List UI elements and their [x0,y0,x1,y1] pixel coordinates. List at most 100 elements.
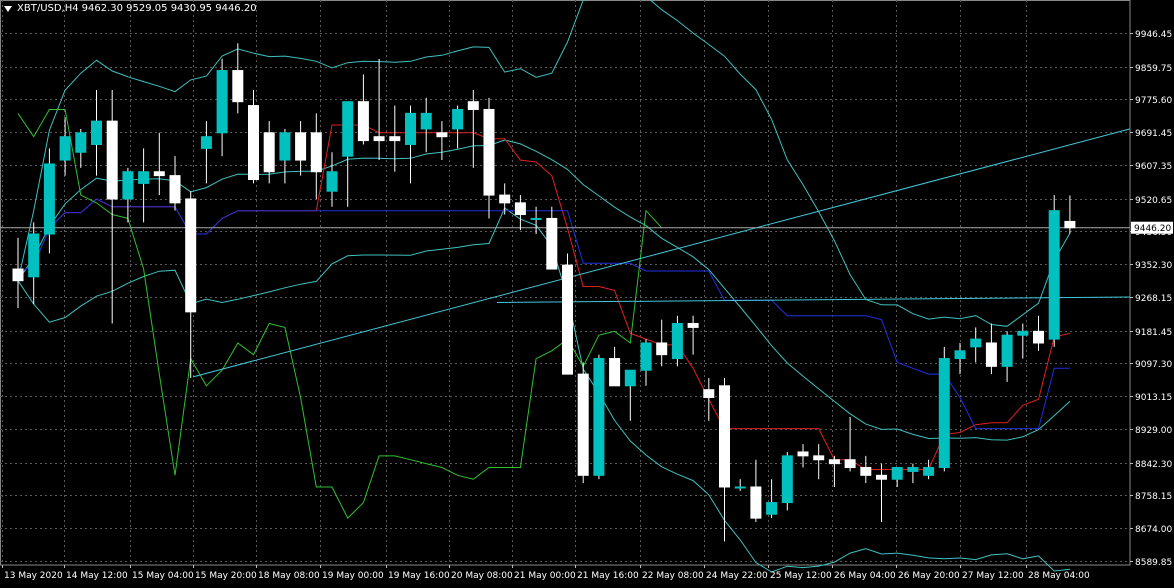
symbol-label: XBT/USD,H4 [17,3,79,14]
price-tick-label: 9859.75 [1135,64,1172,74]
time-tick-label: 22 May 08:00 [642,571,704,581]
candle-bull [907,467,919,472]
candle-bull [781,455,793,504]
candle-bear [467,101,479,110]
candle-bull [1017,330,1029,336]
candle-bull [938,358,950,469]
ohlc-label: 9462.30 9529.05 9430.95 9446.20 [81,3,257,14]
candle-bull [43,163,55,235]
candle-bull [624,369,636,387]
time-tick-label: 27 May 12:00 [962,571,1024,581]
time-tick-label: 18 May 08:00 [258,571,320,581]
candle-bear [562,264,573,375]
candle-bull [28,233,40,278]
candle-bear [828,459,840,465]
candle-bull [122,171,134,200]
candle-bull [216,70,228,134]
chart-canvas[interactable]: 9946.45 9859.75 9775.60 9691.45 9607.35 9520.… [0,0,1174,584]
candle-bear [389,136,401,142]
candle-bear [248,105,259,181]
candle-bear [310,132,322,173]
candle-bear [185,198,197,313]
price-tick-label: 8758.15 [1135,492,1172,502]
candle-bull [420,112,432,130]
candle-bear [514,202,526,216]
candle-bull [734,486,746,489]
candle-bear [703,389,715,398]
candle-bear [1064,220,1076,229]
price-tick-label: 8589.85 [1135,558,1172,568]
candle-bull [200,136,212,149]
candle-bear [263,132,275,173]
candle-bear [295,132,307,161]
candle-bear [232,70,244,103]
candle-bear [844,459,856,469]
candle-bull [91,120,102,145]
price-tick-label: 9775.60 [1135,96,1172,106]
time-tick-label: 26 May 20:00 [898,571,960,581]
candle-bull [452,108,464,130]
price-tick-label: 9181.45 [1135,328,1172,338]
candle-bear [750,486,762,519]
price-tick-label: 9691.45 [1135,129,1172,139]
time-tick-label: 15 May 20:00 [195,571,257,581]
candle-bear [985,342,997,367]
candle-bear [719,385,730,488]
candle-bull [640,342,652,371]
candle-bear [483,108,495,196]
candle-bull [954,350,966,360]
current-price-label: 9446.20 [1134,224,1171,234]
price-tick-label: 9352.30 [1135,261,1172,271]
time-tick-label: 25 May 12:00 [770,571,832,581]
candle-bull [405,112,416,145]
time-tick-label: 24 May 22:00 [706,571,768,581]
candle-bear [169,175,181,204]
candle-bear [499,194,511,204]
candle-bear [153,171,165,177]
candle-bear [860,467,872,476]
time-tick-label: 15 May 04:00 [132,571,194,581]
candle-bull [593,358,605,476]
candle-bear [373,136,385,142]
time-tick-label: 19 May 16:00 [388,571,450,581]
candle-bull [326,171,338,192]
candle-bear [106,120,118,200]
candle-bull [1001,334,1013,367]
candle-bear [357,101,369,142]
time-tick-label: 28 May 04:00 [1028,571,1090,581]
candle-bear [1033,330,1044,344]
candle-bull [59,136,71,161]
time-tick-label: 19 May 00:00 [322,571,384,581]
candle-bear [813,455,825,461]
candle-bear [656,342,668,356]
candle-bull [923,467,935,476]
time-tick-label: 20 May 08:00 [451,571,513,581]
price-tick-label: 8674.00 [1135,525,1172,535]
chart-title: XBT/USD,H4 9462.30 9529.05 9430.95 9446.… [4,3,257,14]
price-tick-label: 8929.00 [1135,426,1172,436]
price-tick-label: 9520.65 [1135,196,1172,206]
price-tick-label: 9268.15 [1135,294,1172,304]
candle-bull [766,502,778,515]
candle-bull [891,467,903,480]
price-tick-label: 9607.35 [1135,162,1172,172]
chevron-down-icon[interactable] [4,5,12,12]
price-tick-label: 9946.45 [1135,30,1172,40]
candle-bear [609,358,621,387]
candle-bear [876,474,887,480]
time-tick-label: 21 May 00:00 [514,571,576,581]
time-tick-label: 26 May 04:00 [834,571,896,581]
candle-bull [970,338,982,348]
candle-bull [342,101,354,157]
price-tick-label: 9097.30 [1135,360,1172,370]
candle-bull [138,171,150,184]
candle-bear [577,373,589,476]
candle-bull [530,217,542,220]
price-chart[interactable]: 9946.45 9859.75 9775.60 9691.45 9607.35 9520.… [0,0,1174,584]
price-tick-label: 8842.30 [1135,460,1172,470]
candle-bear [12,268,24,282]
candle-bear [687,323,699,328]
candle-bull [75,132,87,153]
candle-bull [671,323,683,360]
time-tick-label: 13 May 2020 [4,571,63,581]
